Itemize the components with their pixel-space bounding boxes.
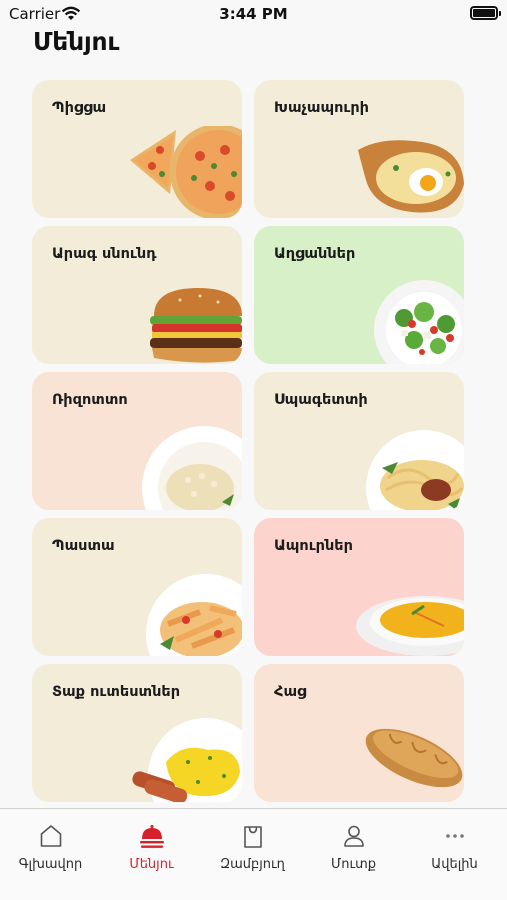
page-title: Մենյու <box>33 27 120 56</box>
battery-icon <box>470 6 501 20</box>
khachapuri-image <box>358 140 464 213</box>
tab-label: Մուտք <box>330 857 377 872</box>
menu-card-label: Պիցցա <box>52 100 107 116</box>
tab-label: Ավելին <box>431 857 478 872</box>
tab-more[interactable]: Ավելին <box>404 809 505 900</box>
spaghetti-image <box>366 430 464 510</box>
menu-card-label: Հաց <box>274 684 307 700</box>
tab-cart[interactable]: Զամբյուղ <box>202 809 303 900</box>
salad-image <box>374 280 464 364</box>
tab-home[interactable]: Գլխավոր <box>0 809 101 900</box>
cloche-icon <box>140 825 164 848</box>
risotto-image <box>142 426 242 510</box>
menu-card-label: Տաք ուտեստներ <box>52 684 181 700</box>
menu-card-pasta[interactable]: Պաստա <box>32 518 242 656</box>
pasta-image <box>146 574 242 656</box>
status-bar: Carrier 3:44 PM <box>0 0 507 28</box>
menu-card-khachapuri[interactable]: Խաչապուրի <box>254 80 464 218</box>
menu-card-label: Ապուրներ <box>274 538 353 554</box>
more-icon <box>446 834 464 838</box>
tab-menu[interactable]: Մենյու <box>101 809 202 900</box>
menu-card-label: Պաստա <box>52 538 115 554</box>
burger-image <box>150 288 242 363</box>
user-icon <box>344 825 364 847</box>
menu-card-label: Ռիզոտտո <box>52 392 128 408</box>
bread-image <box>365 728 463 788</box>
soup-image <box>356 596 464 656</box>
menu-card-label: Աղցաններ <box>274 246 356 262</box>
menu-card-salads[interactable]: Աղցաններ <box>254 226 464 364</box>
tab-label: Գլխավոր <box>18 857 83 872</box>
status-time: 3:44 PM <box>219 5 288 23</box>
menu-card-bread[interactable]: Հաց <box>254 664 464 802</box>
menu-card-fast-food[interactable]: Արագ սնունդ <box>32 226 242 364</box>
menu-card-label: Արագ սնունդ <box>52 246 157 262</box>
tab-login[interactable]: Մուտք <box>303 809 404 900</box>
pizza-image <box>130 126 242 218</box>
menu-card-label: Խաչապուրի <box>274 100 369 116</box>
menu-card-hot-dishes[interactable]: Տաք ուտեստներ <box>32 664 242 802</box>
menu-card-pizza[interactable]: Պիցցա <box>32 80 242 218</box>
menu-card-soups[interactable]: Ապուրներ <box>254 518 464 656</box>
tab-bar: Գլխավոր Մենյու Զամբյուղ Մուտք Ավելին <box>0 808 507 900</box>
home-icon <box>40 825 62 847</box>
menu-card-spaghetti[interactable]: Սպագետտի <box>254 372 464 510</box>
bag-icon <box>244 826 262 848</box>
tab-label: Զամբյուղ <box>220 857 285 872</box>
menu-card-label: Սպագետտի <box>274 392 368 408</box>
tab-label: Մենյու <box>129 857 174 872</box>
menu-card-risotto[interactable]: Ռիզոտտո <box>32 372 242 510</box>
hot-dishes-image <box>132 718 242 802</box>
